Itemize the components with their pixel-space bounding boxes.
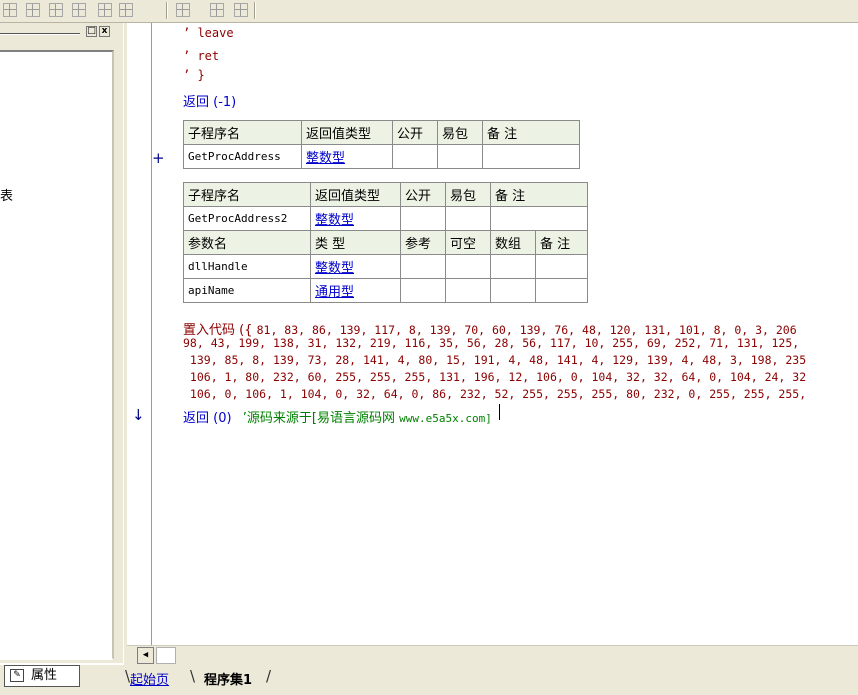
col-header: 子程序名 <box>183 120 302 145</box>
param-header: 数组 <box>490 230 536 255</box>
same-size-icon[interactable] <box>234 3 248 17</box>
param-remark-cell[interactable] <box>535 254 588 279</box>
align-left-icon[interactable] <box>3 3 17 17</box>
package-cell[interactable] <box>437 144 483 169</box>
public-cell[interactable] <box>400 206 446 231</box>
toolbar-separator <box>254 2 256 19</box>
param-nullable-cell[interactable] <box>445 278 491 303</box>
code-editor[interactable]: ’ leave ’ ret ’ } 返回 (-1) + 子程序名 返回值类型 公… <box>132 23 858 645</box>
left-dock-panel: □ x 表 <box>0 23 123 663</box>
properties-tab-label: 属性 <box>31 668 58 683</box>
panel-header: □ x <box>0 26 118 40</box>
return-statement: 返回 (0) <box>183 411 232 426</box>
param-name-cell[interactable]: dllHandle <box>183 254 311 279</box>
tab-divider: / <box>266 667 272 685</box>
code-line[interactable]: ’ } <box>183 68 205 82</box>
param-remark-cell[interactable] <box>535 278 588 303</box>
comment-text: ’源码来源于[易语言源码网 <box>242 411 400 426</box>
col-header: 易包 <box>445 182 491 207</box>
param-nullable-cell[interactable] <box>445 254 491 279</box>
col-header: 备 注 <box>490 182 588 207</box>
close-icon[interactable]: x <box>99 26 110 37</box>
text-caret <box>499 404 500 420</box>
param-array-cell[interactable] <box>490 254 536 279</box>
embed-code-line[interactable]: 139, 85, 8, 139, 73, 28, 141, 4, 80, 15,… <box>183 353 806 367</box>
return-statement[interactable]: 返回 (-1) <box>183 91 236 110</box>
panel-content[interactable]: 表 <box>0 50 114 660</box>
col-header: 返回值类型 <box>301 120 393 145</box>
col-header: 公开 <box>392 120 438 145</box>
scroll-left-button[interactable]: ◀ <box>137 647 154 664</box>
subroutine-table: 子程序名 返回值类型 公开 易包 备 注 GetProcAddress2 整数型… <box>183 182 588 303</box>
byte-values: 81, 83, 86, 139, 117, 8, 139, 70, 60, 13… <box>256 323 797 337</box>
horizontal-scrollbar[interactable]: ◀ <box>127 645 858 666</box>
panel-grip[interactable] <box>0 33 80 35</box>
return-type-cell[interactable]: 整数型 <box>310 206 401 231</box>
align-right-icon[interactable] <box>49 3 63 17</box>
layout-toolbar <box>0 0 858 23</box>
properties-icon: ✎ <box>10 669 24 682</box>
return-statement-line[interactable]: 返回 (0) ’源码来源于[易语言源码网 www.e5a5x.com] <box>183 407 492 426</box>
collapse-marker[interactable]: + <box>152 149 165 167</box>
param-name-cell[interactable]: apiName <box>183 278 311 303</box>
tab-divider: \ <box>190 667 196 685</box>
package-cell[interactable] <box>445 206 491 231</box>
restore-icon[interactable]: □ <box>86 26 97 37</box>
param-header: 备 注 <box>535 230 588 255</box>
col-header: 易包 <box>437 120 483 145</box>
embed-code-line[interactable]: 98, 43, 199, 138, 31, 132, 219, 116, 35,… <box>183 336 799 350</box>
remark-cell[interactable] <box>482 144 580 169</box>
scroll-thumb[interactable] <box>156 647 176 664</box>
col-header: 公开 <box>400 182 446 207</box>
col-header: 备 注 <box>482 120 580 145</box>
public-cell[interactable] <box>392 144 438 169</box>
param-array-cell[interactable] <box>490 278 536 303</box>
comment-url: www.e5a5x.com] <box>399 412 492 425</box>
col-header: 子程序名 <box>183 182 311 207</box>
code-line[interactable]: ’ leave <box>183 26 234 40</box>
param-header: 类 型 <box>310 230 401 255</box>
vertical-spacing-icon[interactable] <box>119 3 133 17</box>
param-header: 参数名 <box>183 230 311 255</box>
embed-code-line[interactable]: 106, 0, 106, 1, 104, 0, 32, 64, 0, 86, 2… <box>183 387 806 401</box>
same-width-icon[interactable] <box>176 3 190 17</box>
col-header: 返回值类型 <box>310 182 401 207</box>
subroutine-name-cell[interactable]: GetProcAddress <box>183 144 302 169</box>
same-height-icon[interactable] <box>210 3 224 17</box>
remark-cell[interactable] <box>490 206 588 231</box>
toolbar-separator <box>166 2 168 19</box>
param-header: 可空 <box>445 230 491 255</box>
align-justify-icon[interactable] <box>72 3 86 17</box>
bottom-tab-bar: ✎ 属性 \ 起始页 \ 程序集1 / <box>0 665 858 695</box>
embed-code-line[interactable]: 106, 1, 80, 232, 60, 255, 255, 255, 131,… <box>183 370 806 384</box>
editor-gutter <box>127 23 152 645</box>
param-type-cell[interactable]: 整数型 <box>310 254 401 279</box>
tab-start-page[interactable]: 起始页 <box>130 669 169 688</box>
current-line-arrow-icon: ↓ <box>132 406 145 424</box>
properties-tab[interactable]: ✎ 属性 <box>4 665 80 687</box>
param-header: 参考 <box>400 230 446 255</box>
horizontal-spacing-icon[interactable] <box>98 3 112 17</box>
subroutine-table: 子程序名 返回值类型 公开 易包 备 注 GetProcAddress 整数型 <box>183 120 580 169</box>
subroutine-name-cell[interactable]: GetProcAddress2 <box>183 206 311 231</box>
param-type-cell[interactable]: 通用型 <box>310 278 401 303</box>
panel-item-fragment[interactable]: 表 <box>0 185 13 204</box>
tab-program-set[interactable]: 程序集1 <box>204 669 252 688</box>
param-ref-cell[interactable] <box>400 254 446 279</box>
code-line[interactable]: ’ ret <box>183 49 219 63</box>
param-ref-cell[interactable] <box>400 278 446 303</box>
return-type-cell[interactable]: 整数型 <box>301 144 393 169</box>
align-center-icon[interactable] <box>26 3 40 17</box>
